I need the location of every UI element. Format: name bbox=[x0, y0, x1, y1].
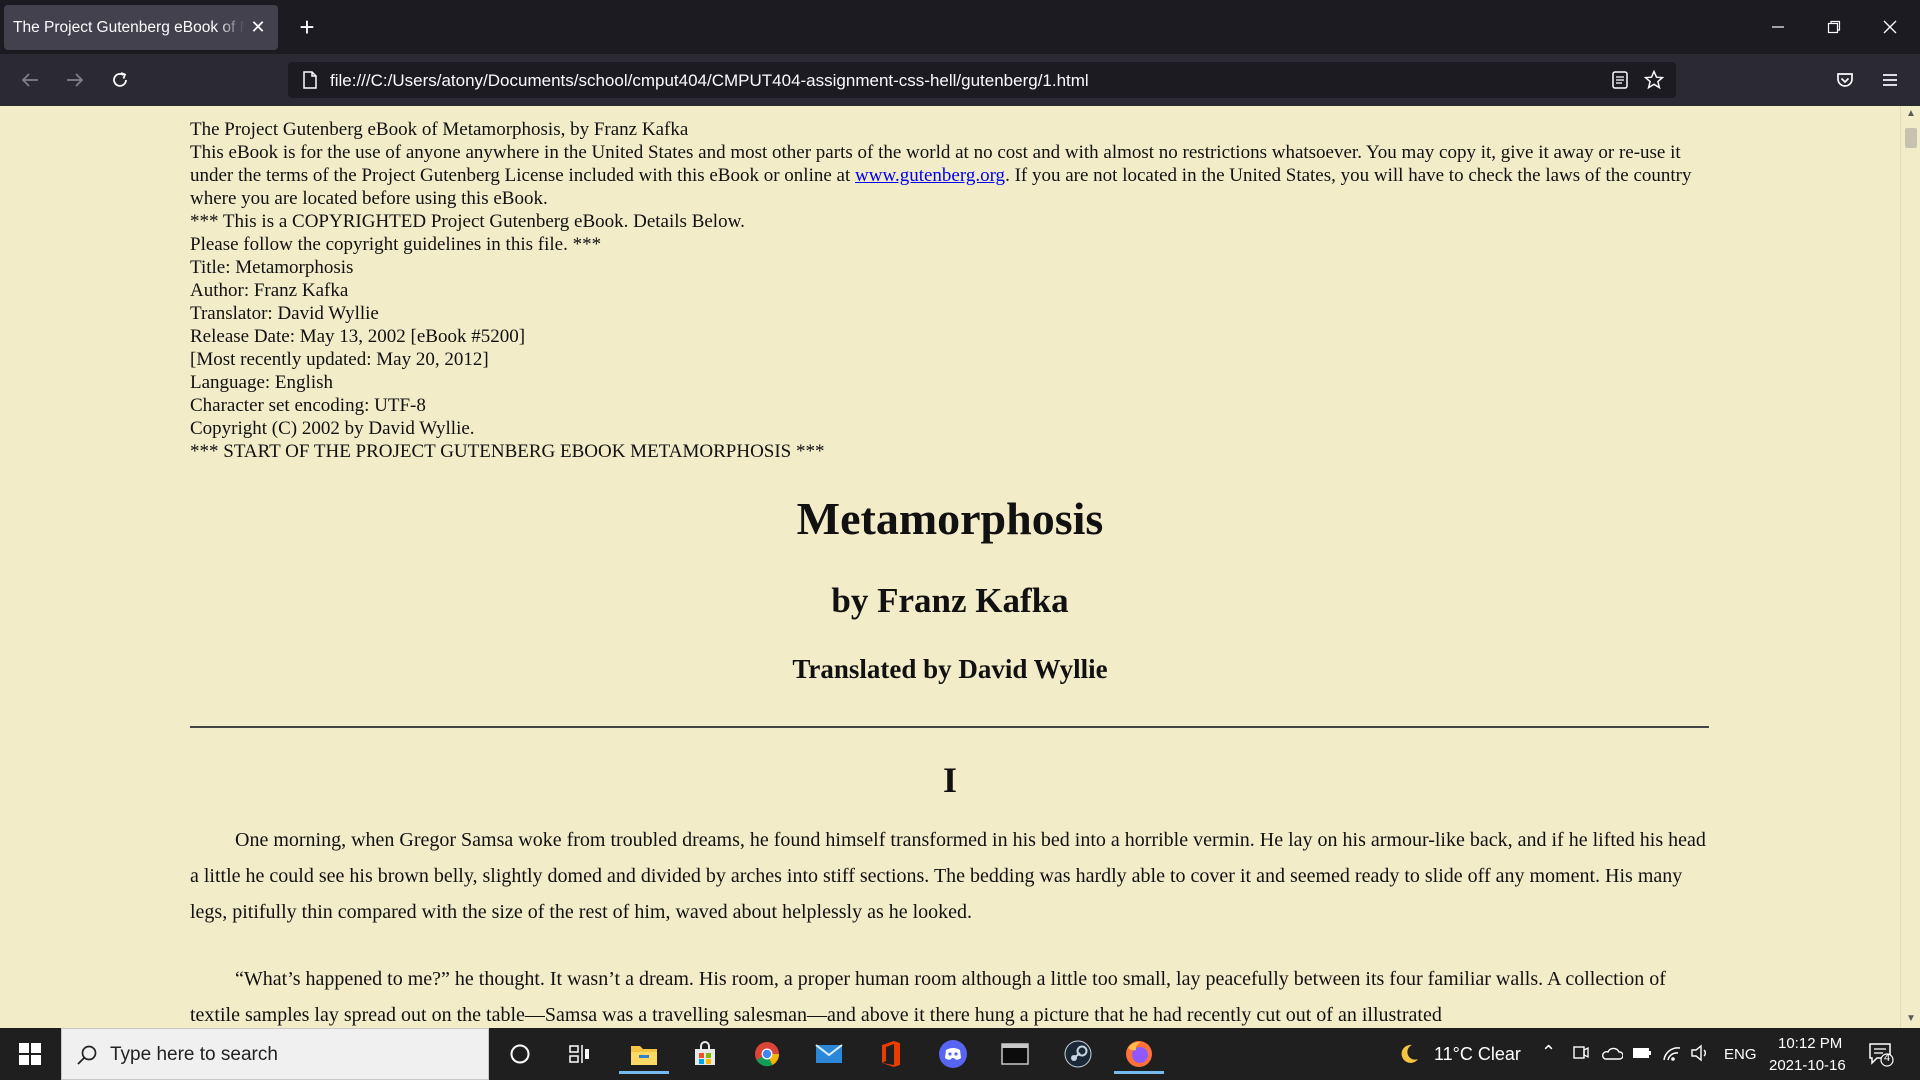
moon-icon bbox=[1401, 1044, 1418, 1063]
office-icon bbox=[882, 1041, 900, 1067]
title-line: Title: Metamorphosis bbox=[190, 257, 354, 278]
copyright-line: Copyright (C) 2002 by David Wyllie. bbox=[190, 418, 475, 439]
task-view-icon bbox=[569, 1045, 589, 1063]
horizontal-rule bbox=[190, 726, 1709, 728]
gutenberg-link[interactable]: www.gutenberg.org bbox=[855, 165, 1005, 186]
discord-button[interactable] bbox=[928, 1034, 978, 1074]
scroll-up-icon[interactable]: ▲ bbox=[1905, 109, 1917, 119]
bookmark-star-icon[interactable] bbox=[1644, 70, 1664, 90]
restore-icon bbox=[1827, 20, 1841, 34]
paragraph: “What’s happened to me?” he thought. It … bbox=[190, 968, 1666, 1026]
window-close-button[interactable] bbox=[1862, 0, 1918, 54]
new-tab-button[interactable]: + bbox=[290, 10, 324, 44]
chrome-icon bbox=[755, 1042, 780, 1067]
store-button[interactable] bbox=[680, 1034, 730, 1074]
steam-button[interactable] bbox=[1053, 1034, 1103, 1074]
tab-bar: The Project Gutenberg eBook of Metamorph… bbox=[0, 0, 1920, 54]
office-button[interactable] bbox=[866, 1034, 916, 1074]
cortana-button[interactable] bbox=[495, 1034, 545, 1074]
tab-active[interactable]: The Project Gutenberg eBook of Metamorph… bbox=[4, 5, 278, 50]
windows-taskbar: Type here to search 11°C Clear ⌃ ENG 10:… bbox=[0, 1028, 1920, 1080]
clock-time[interactable]: 10:12 PM bbox=[1778, 1035, 1842, 1052]
steam-icon bbox=[1064, 1040, 1092, 1068]
scroll-down-icon[interactable]: ▼ bbox=[1905, 1014, 1917, 1024]
book-byline: by Franz Kafka bbox=[831, 581, 1069, 620]
chrome-button[interactable] bbox=[742, 1034, 792, 1074]
weather-text[interactable]: 11°C Clear bbox=[1434, 1044, 1521, 1065]
pocket-icon bbox=[1837, 73, 1853, 87]
folder-icon bbox=[631, 1046, 657, 1065]
active-indicator bbox=[619, 1071, 669, 1074]
reload-icon bbox=[113, 72, 127, 87]
chapter-heading: I bbox=[942, 760, 957, 800]
battery-icon[interactable] bbox=[1632, 1046, 1652, 1060]
wifi-icon[interactable] bbox=[1662, 1044, 1682, 1062]
url-text[interactable]: file:///C:/Users/atony/Documents/school/… bbox=[330, 71, 1089, 91]
page-content: The Project Gutenberg eBook of Metamorph… bbox=[0, 106, 1900, 1028]
start-button[interactable] bbox=[0, 1028, 60, 1080]
back-button[interactable] bbox=[13, 63, 47, 97]
updated-line: [Most recently updated: May 20, 2012] bbox=[190, 349, 489, 370]
release-line: Release Date: May 13, 2002 [eBook #5200] bbox=[190, 326, 526, 347]
pocket-button[interactable] bbox=[1828, 63, 1862, 97]
close-icon bbox=[1883, 20, 1897, 34]
menu-icon bbox=[1883, 74, 1897, 86]
language-indicator[interactable]: ENG bbox=[1724, 1046, 1757, 1063]
copyright-notice: *** This is a COPYRIGHTED Project Gutenb… bbox=[190, 211, 745, 232]
minimize-button[interactable] bbox=[1750, 0, 1806, 54]
forward-icon bbox=[67, 73, 84, 87]
minimize-icon bbox=[1772, 26, 1784, 28]
terminal-icon bbox=[1001, 1043, 1029, 1065]
page-icon bbox=[300, 70, 320, 90]
search-icon bbox=[77, 1045, 97, 1065]
back-icon bbox=[21, 73, 38, 87]
meet-now-icon[interactable] bbox=[1573, 1044, 1589, 1062]
reader-view-icon[interactable] bbox=[1610, 70, 1630, 90]
navigation-toolbar: file:///C:/Users/atony/Documents/school/… bbox=[0, 54, 1920, 106]
author-line: Author: Franz Kafka bbox=[190, 280, 349, 301]
paragraph: One morning, when Gregor Samsa woke from… bbox=[190, 829, 1706, 923]
discord-icon bbox=[939, 1040, 967, 1068]
page-scrollbar[interactable]: ▲ ▼ bbox=[1900, 106, 1920, 1028]
header-line: The Project Gutenberg eBook of Metamorph… bbox=[190, 119, 689, 140]
show-hidden-icons-icon[interactable]: ⌃ bbox=[1541, 1042, 1556, 1063]
translator-line: Translator: David Wyllie bbox=[190, 303, 379, 324]
gutenberg-header: The Project Gutenberg eBook of Metamorph… bbox=[190, 118, 1710, 463]
terminal-button[interactable] bbox=[990, 1034, 1040, 1074]
file-explorer-button[interactable] bbox=[619, 1034, 669, 1074]
guidelines-line: Please follow the copyright guidelines i… bbox=[190, 234, 602, 255]
search-placeholder[interactable]: Type here to search bbox=[110, 1044, 278, 1066]
start-marker: *** START OF THE PROJECT GUTENBERG EBOOK… bbox=[190, 441, 825, 462]
license-paragraph: This eBook is for the use of anyone anyw… bbox=[190, 141, 1710, 210]
scroll-thumb[interactable] bbox=[1905, 128, 1917, 148]
mail-button[interactable] bbox=[804, 1034, 854, 1074]
encoding-line: Character set encoding: UTF-8 bbox=[190, 395, 426, 416]
tab-title: The Project Gutenberg eBook of Metamorph… bbox=[13, 18, 245, 36]
book-title: Metamorphosis bbox=[796, 493, 1104, 544]
reload-button[interactable] bbox=[103, 63, 137, 97]
active-indicator bbox=[1114, 1071, 1164, 1074]
task-view-button[interactable] bbox=[555, 1034, 605, 1074]
taskbar-search[interactable]: Type here to search bbox=[61, 1028, 489, 1080]
onedrive-icon[interactable] bbox=[1601, 1046, 1623, 1060]
translator-heading: Translated by David Wyllie bbox=[792, 654, 1108, 684]
forward-button[interactable] bbox=[58, 63, 92, 97]
firefox-button[interactable] bbox=[1114, 1034, 1164, 1074]
language-line: Language: English bbox=[190, 372, 333, 393]
clock-date[interactable]: 2021-10-16 bbox=[1769, 1057, 1846, 1074]
app-menu-button[interactable] bbox=[1873, 63, 1907, 97]
cortana-icon bbox=[510, 1044, 530, 1064]
windows-logo-icon bbox=[19, 1043, 41, 1065]
tab-close-icon[interactable]: ✕ bbox=[248, 17, 268, 37]
notification-count: 4 bbox=[1884, 1052, 1891, 1064]
restore-button[interactable] bbox=[1806, 0, 1862, 54]
store-icon bbox=[695, 1041, 715, 1065]
volume-icon[interactable] bbox=[1690, 1044, 1710, 1062]
mail-icon bbox=[815, 1044, 843, 1063]
firefox-icon bbox=[1126, 1041, 1152, 1067]
url-bar[interactable]: file:///C:/Users/atony/Documents/school/… bbox=[288, 62, 1676, 98]
